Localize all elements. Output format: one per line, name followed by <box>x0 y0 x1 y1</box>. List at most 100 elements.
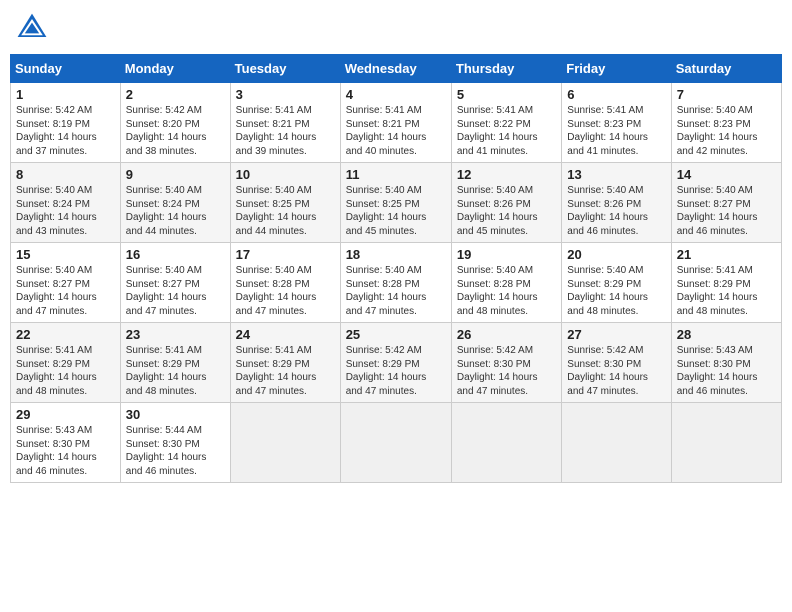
day-number: 19 <box>457 247 556 262</box>
day-number: 1 <box>16 87 115 102</box>
day-detail: Sunrise: 5:40 AM Sunset: 8:26 PM Dayligh… <box>567 184 665 238</box>
calendar-cell: 28 Sunrise: 5:43 AM Sunset: 8:30 PM Dayli… <box>671 323 781 403</box>
calendar-cell: 15 Sunrise: 5:40 AM Sunset: 8:27 PM Dayli… <box>11 243 121 323</box>
calendar-header-tuesday: Tuesday <box>230 55 340 83</box>
calendar-cell: 2 Sunrise: 5:42 AM Sunset: 8:20 PM Daylig… <box>120 83 230 163</box>
day-detail: Sunrise: 5:42 AM Sunset: 8:30 PM Dayligh… <box>567 344 665 398</box>
day-number: 29 <box>16 407 115 422</box>
calendar-cell: 22Sunrise: 5:41 AM Sunset: 8:29 PM Dayli… <box>11 323 121 403</box>
calendar-cell: 10 Sunrise: 5:40 AM Sunset: 8:25 PM Dayli… <box>230 163 340 243</box>
day-detail: Sunrise: 5:41 AM Sunset: 8:29 PM Dayligh… <box>126 344 225 398</box>
day-number: 5 <box>457 87 556 102</box>
day-number: 7 <box>677 87 776 102</box>
calendar-cell <box>562 403 671 483</box>
calendar-table: SundayMondayTuesdayWednesdayThursdayFrid… <box>10 54 782 483</box>
day-detail: Sunrise: 5:40 AM Sunset: 8:28 PM Dayligh… <box>346 264 446 318</box>
calendar-cell: 18 Sunrise: 5:40 AM Sunset: 8:28 PM Dayli… <box>340 243 451 323</box>
day-detail: Sunrise: 5:42 AM Sunset: 8:30 PM Dayligh… <box>457 344 556 398</box>
day-detail: Sunrise: 5:43 AM Sunset: 8:30 PM Dayligh… <box>677 344 776 398</box>
day-detail: Sunrise: 5:41 AM Sunset: 8:29 PM Dayligh… <box>236 344 335 398</box>
calendar-cell: 27 Sunrise: 5:42 AM Sunset: 8:30 PM Dayli… <box>562 323 671 403</box>
day-detail: Sunrise: 5:40 AM Sunset: 8:25 PM Dayligh… <box>346 184 446 238</box>
page-header <box>10 10 782 46</box>
day-detail: Sunrise: 5:42 AM Sunset: 8:29 PM Dayligh… <box>346 344 446 398</box>
day-detail: Sunrise: 5:41 AM Sunset: 8:22 PM Dayligh… <box>457 104 556 158</box>
calendar-cell: 17 Sunrise: 5:40 AM Sunset: 8:28 PM Dayli… <box>230 243 340 323</box>
calendar-week-3: 15 Sunrise: 5:40 AM Sunset: 8:27 PM Dayli… <box>11 243 782 323</box>
day-number: 8 <box>16 167 115 182</box>
logo <box>14 10 54 46</box>
day-number: 18 <box>346 247 446 262</box>
calendar-header-sunday: Sunday <box>11 55 121 83</box>
day-number: 10 <box>236 167 335 182</box>
day-number: 26 <box>457 327 556 342</box>
day-detail: Sunrise: 5:40 AM Sunset: 8:28 PM Dayligh… <box>457 264 556 318</box>
day-number: 6 <box>567 87 665 102</box>
day-detail: Sunrise: 5:40 AM Sunset: 8:26 PM Dayligh… <box>457 184 556 238</box>
calendar-cell: 5 Sunrise: 5:41 AM Sunset: 8:22 PM Daylig… <box>451 83 561 163</box>
logo-icon <box>14 10 50 46</box>
day-number: 23 <box>126 327 225 342</box>
day-number: 17 <box>236 247 335 262</box>
day-detail: Sunrise: 5:40 AM Sunset: 8:25 PM Dayligh… <box>236 184 335 238</box>
calendar-cell: 4 Sunrise: 5:41 AM Sunset: 8:21 PM Daylig… <box>340 83 451 163</box>
day-number: 4 <box>346 87 446 102</box>
calendar-cell: 16Sunrise: 5:40 AM Sunset: 8:27 PM Dayli… <box>120 243 230 323</box>
day-number: 2 <box>126 87 225 102</box>
day-detail: Sunrise: 5:41 AM Sunset: 8:21 PM Dayligh… <box>346 104 446 158</box>
calendar-week-2: 8 Sunrise: 5:40 AM Sunset: 8:24 PM Daylig… <box>11 163 782 243</box>
calendar-cell <box>230 403 340 483</box>
calendar-header-row: SundayMondayTuesdayWednesdayThursdayFrid… <box>11 55 782 83</box>
calendar-cell: 7 Sunrise: 5:40 AM Sunset: 8:23 PM Daylig… <box>671 83 781 163</box>
day-detail: Sunrise: 5:40 AM Sunset: 8:27 PM Dayligh… <box>16 264 115 318</box>
calendar-header-monday: Monday <box>120 55 230 83</box>
day-detail: Sunrise: 5:40 AM Sunset: 8:24 PM Dayligh… <box>16 184 115 238</box>
calendar-cell <box>451 403 561 483</box>
calendar-week-5: 29 Sunrise: 5:43 AM Sunset: 8:30 PM Dayli… <box>11 403 782 483</box>
calendar-cell: 23 Sunrise: 5:41 AM Sunset: 8:29 PM Dayli… <box>120 323 230 403</box>
calendar-header-saturday: Saturday <box>671 55 781 83</box>
day-number: 15 <box>16 247 115 262</box>
calendar-week-4: 22 Sunrise: 5:41 AM Sunset: 8:29 PM Dayli… <box>11 323 782 403</box>
day-number: 28 <box>677 327 776 342</box>
calendar-header-friday: Friday <box>562 55 671 83</box>
calendar-cell: 8 Sunrise: 5:40 AM Sunset: 8:24 PM Daylig… <box>11 163 121 243</box>
calendar-cell: 30Sunrise: 5:44 AM Sunset: 8:30 PM Dayli… <box>120 403 230 483</box>
day-number: 21 <box>677 247 776 262</box>
calendar-cell: 13Sunrise: 5:40 AM Sunset: 8:26 PM Dayli… <box>562 163 671 243</box>
day-detail: Sunrise: 5:42 AM Sunset: 8:20 PM Dayligh… <box>126 104 225 158</box>
calendar-cell: 19 Sunrise: 5:40 AM Sunset: 8:28 PM Dayli… <box>451 243 561 323</box>
day-number: 9 <box>126 167 225 182</box>
calendar-week-1: 1 Sunrise: 5:42 AM Sunset: 8:19 PM Daylig… <box>11 83 782 163</box>
calendar-cell <box>340 403 451 483</box>
day-number: 20 <box>567 247 665 262</box>
calendar-cell: 1 Sunrise: 5:42 AM Sunset: 8:19 PM Daylig… <box>11 83 121 163</box>
day-detail: Sunrise: 5:43 AM Sunset: 8:30 PM Dayligh… <box>16 424 115 478</box>
calendar-cell: 26 Sunrise: 5:42 AM Sunset: 8:30 PM Dayli… <box>451 323 561 403</box>
calendar-cell: 29 Sunrise: 5:43 AM Sunset: 8:30 PM Dayli… <box>11 403 121 483</box>
day-detail: Sunrise: 5:41 AM Sunset: 8:23 PM Dayligh… <box>567 104 665 158</box>
day-detail: Sunrise: 5:40 AM Sunset: 8:27 PM Dayligh… <box>126 264 225 318</box>
calendar-body: 1 Sunrise: 5:42 AM Sunset: 8:19 PM Daylig… <box>11 83 782 483</box>
day-number: 25 <box>346 327 446 342</box>
day-number: 3 <box>236 87 335 102</box>
day-number: 27 <box>567 327 665 342</box>
calendar-cell: 12Sunrise: 5:40 AM Sunset: 8:26 PM Dayli… <box>451 163 561 243</box>
day-detail: Sunrise: 5:40 AM Sunset: 8:23 PM Dayligh… <box>677 104 776 158</box>
calendar-cell: 11 Sunrise: 5:40 AM Sunset: 8:25 PM Dayli… <box>340 163 451 243</box>
day-detail: Sunrise: 5:42 AM Sunset: 8:19 PM Dayligh… <box>16 104 115 158</box>
day-detail: Sunrise: 5:40 AM Sunset: 8:28 PM Dayligh… <box>236 264 335 318</box>
calendar-cell: 20Sunrise: 5:40 AM Sunset: 8:29 PM Dayli… <box>562 243 671 323</box>
day-detail: Sunrise: 5:40 AM Sunset: 8:27 PM Dayligh… <box>677 184 776 238</box>
day-number: 22 <box>16 327 115 342</box>
calendar-cell: 24Sunrise: 5:41 AM Sunset: 8:29 PM Dayli… <box>230 323 340 403</box>
calendar-cell: 9Sunrise: 5:40 AM Sunset: 8:24 PM Daylig… <box>120 163 230 243</box>
calendar-cell: 14 Sunrise: 5:40 AM Sunset: 8:27 PM Dayli… <box>671 163 781 243</box>
calendar-header-wednesday: Wednesday <box>340 55 451 83</box>
calendar-cell: 21Sunrise: 5:41 AM Sunset: 8:29 PM Dayli… <box>671 243 781 323</box>
calendar-cell: 6 Sunrise: 5:41 AM Sunset: 8:23 PM Daylig… <box>562 83 671 163</box>
day-number: 14 <box>677 167 776 182</box>
day-number: 30 <box>126 407 225 422</box>
day-number: 11 <box>346 167 446 182</box>
calendar-cell: 3Sunrise: 5:41 AM Sunset: 8:21 PM Daylig… <box>230 83 340 163</box>
